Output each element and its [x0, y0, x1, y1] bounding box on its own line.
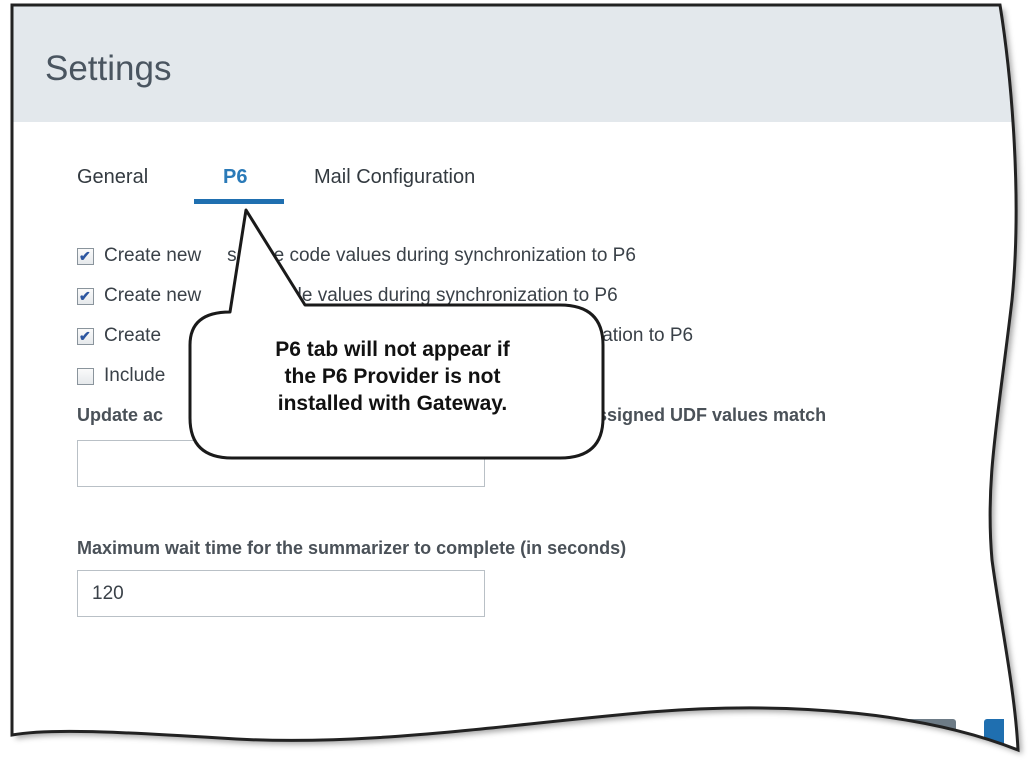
callout-line-1: P6 tab will not appear if: [275, 338, 510, 361]
screenshot-canvas: Settings General P6 Mail Configuration ✔…: [0, 0, 1033, 774]
callout-line-2: the P6 Provider is not: [284, 365, 501, 388]
callout-text: P6 tab will not appear if the P6 Provide…: [205, 336, 580, 417]
callout-line-3: installed with Gateway.: [277, 392, 508, 415]
